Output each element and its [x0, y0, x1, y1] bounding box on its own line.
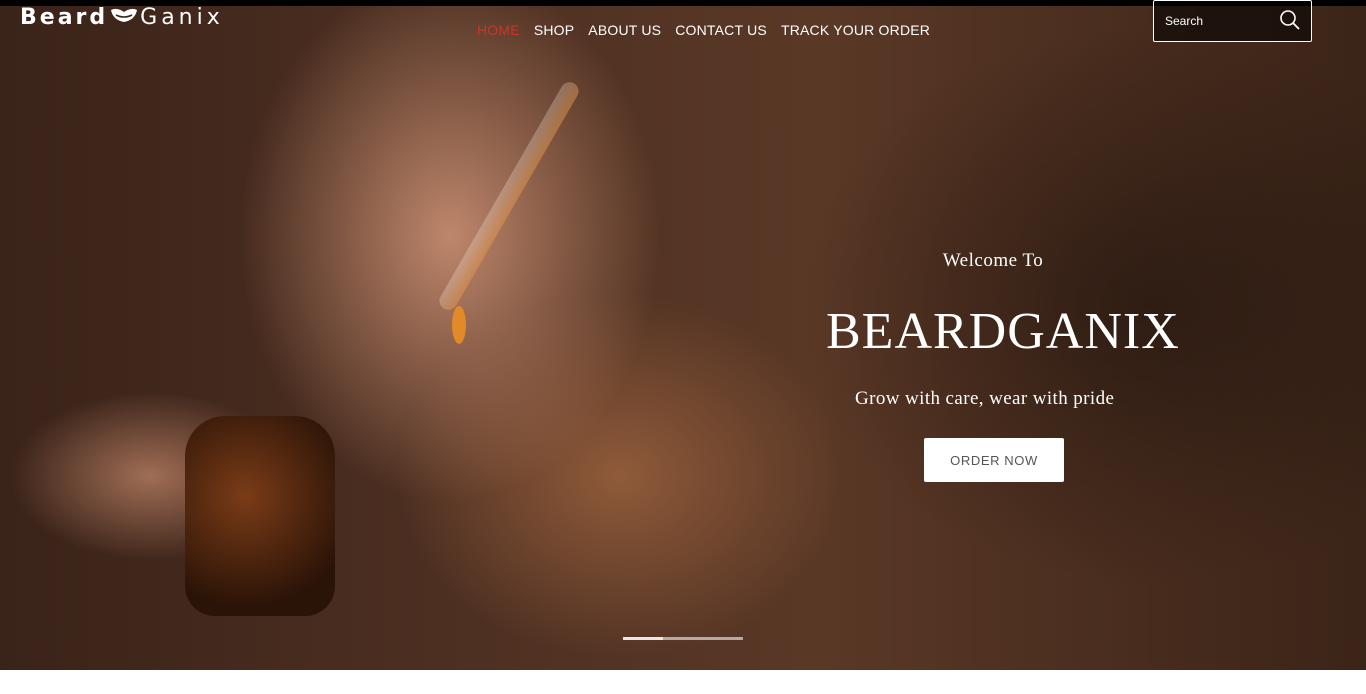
slider-dot[interactable]	[623, 637, 663, 640]
search-input[interactable]	[1163, 13, 1277, 29]
oil-drop-image	[452, 306, 466, 344]
nav-about-us[interactable]: ABOUT US	[588, 22, 661, 38]
search-icon[interactable]	[1279, 9, 1301, 35]
slider-indicator	[623, 637, 743, 640]
logo-text-ganix: Ganix	[140, 4, 224, 30]
site-logo[interactable]: Beard Ganix	[20, 2, 224, 32]
hero-welcome: Welcome To	[942, 250, 1044, 271]
logo-text-beard: Beard	[20, 4, 109, 30]
hero-banner: Welcome To BEARDGANIX Grow with care, we…	[0, 6, 1366, 670]
oil-bottle-image	[185, 416, 335, 616]
nav-track-order[interactable]: TRACK YOUR ORDER	[781, 22, 930, 38]
hero-title: BEARDGANIX	[826, 303, 1180, 360]
main-nav: HOME SHOP ABOUT US CONTACT US TRACK YOUR…	[477, 22, 944, 38]
slider-dot[interactable]	[703, 637, 743, 640]
nav-contact-us[interactable]: CONTACT US	[675, 22, 767, 38]
nav-home[interactable]: HOME	[477, 22, 520, 38]
order-now-button[interactable]: ORDER NOW	[924, 438, 1064, 482]
mustache-icon	[110, 5, 138, 30]
slider-dot[interactable]	[663, 637, 703, 640]
search-box	[1153, 0, 1312, 42]
hero-tagline: Grow with care, wear with pride	[855, 388, 1115, 409]
nav-shop[interactable]: SHOP	[534, 22, 574, 38]
